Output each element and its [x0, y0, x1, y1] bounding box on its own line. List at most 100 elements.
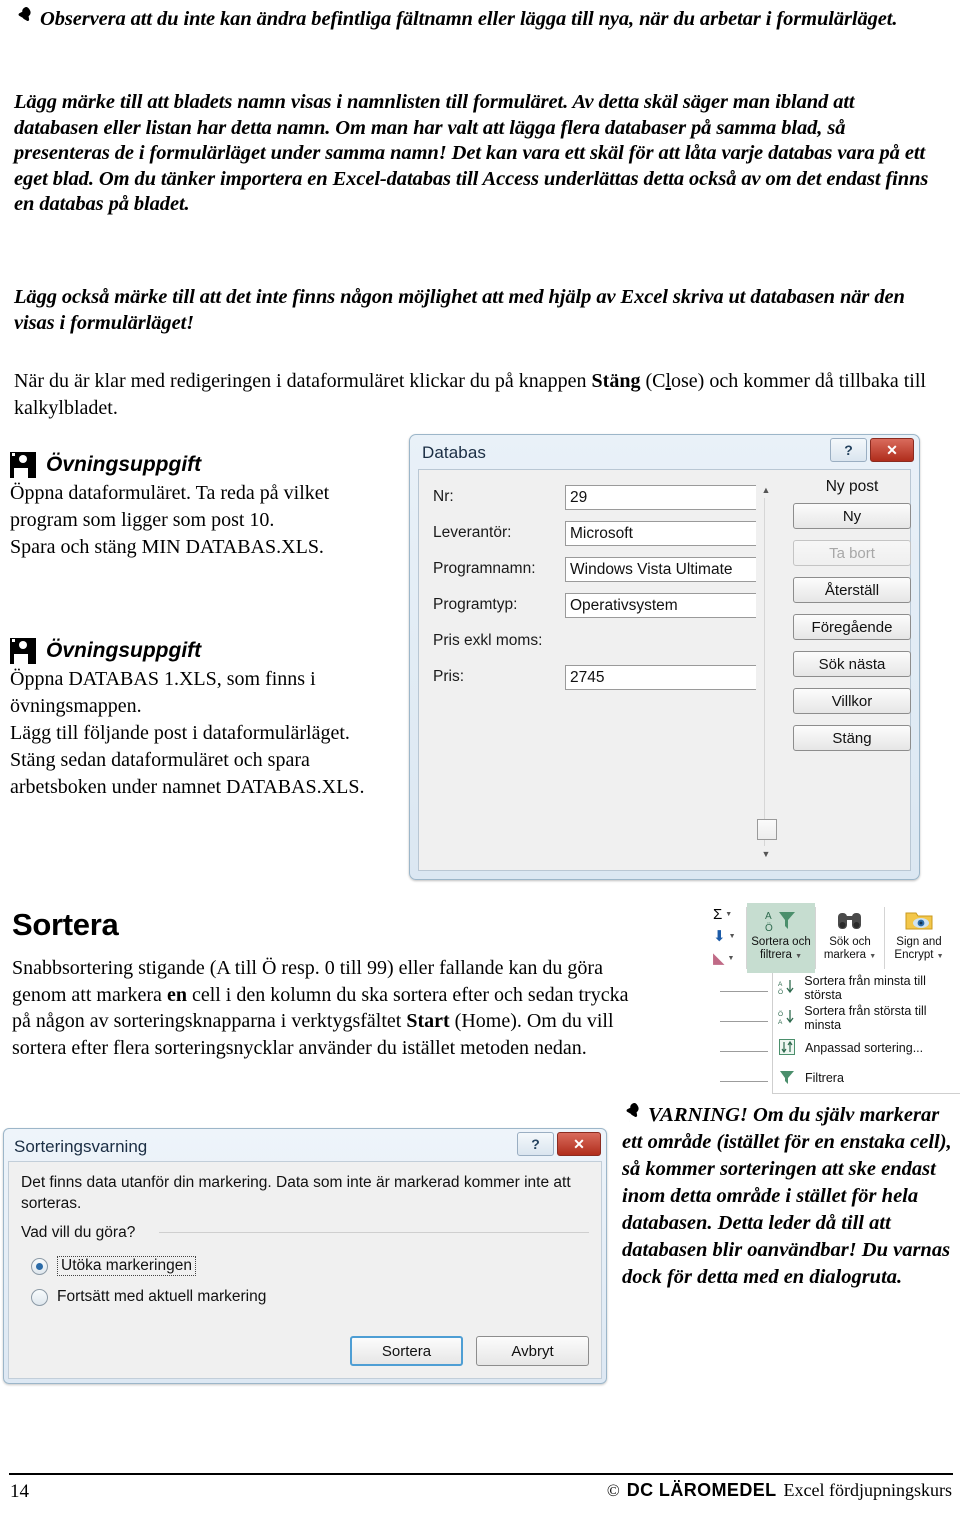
fill-down-icon: ⬇ [713, 927, 726, 945]
sortera-paragraph: Snabbsortering stigande (A till Ö resp. … [12, 955, 632, 1061]
field-input-programnamn[interactable]: Windows Vista Ultimate [565, 556, 757, 582]
foregaende-button[interactable]: Föregående [793, 614, 911, 640]
ta-bort-button[interactable]: Ta bort [793, 540, 911, 566]
page-number: 14 [10, 1481, 29, 1502]
stang-button[interactable]: Stäng [793, 725, 911, 751]
menu-item-sort-descending[interactable]: Ö A Sortera från största till minsta [773, 1003, 960, 1033]
varning-titlebar[interactable]: Sorteringsvarning ? ✕ [7, 1132, 603, 1161]
copyright-icon: © [606, 1481, 620, 1500]
sign-encrypt-label-2: Encrypt ▼ [894, 948, 944, 961]
ribbon-small-buttons: Σ ▼ ⬇ ▼ ◣ ▼ [712, 903, 746, 973]
record-scrollbar[interactable]: ▲ ▼ [756, 482, 777, 862]
field-row-pris[interactable]: Pris: 2745 [433, 664, 757, 690]
pushpin-icon [622, 1102, 642, 1126]
course-name: Excel fördjupningskurs [783, 1480, 952, 1500]
chevron-down-icon[interactable]: ▼ [869, 953, 876, 960]
scrollbar-thumb[interactable] [757, 819, 777, 840]
chevron-down-icon[interactable]: ▼ [795, 953, 802, 960]
field-label-programtyp: Programtyp: [433, 596, 518, 613]
chevron-down-icon[interactable]: ▼ [937, 953, 944, 960]
sign-encrypt-label-1: Sign and [896, 936, 942, 948]
chevron-down-icon[interactable]: ▼ [725, 911, 732, 918]
field-row-pris-exkl-moms: Pris exkl moms: [433, 628, 757, 654]
radio-option-fortsatt[interactable]: Fortsätt med aktuell markering [31, 1288, 266, 1306]
fill-down-button[interactable]: ⬇ ▼ [712, 925, 746, 947]
sort-filter-dropdown-menu[interactable]: A Ö Sortera från minsta till största Ö A… [772, 973, 960, 1094]
floppy-disk-icon [10, 638, 36, 664]
help-icon[interactable]: ? [830, 438, 867, 462]
radio-button-selected[interactable] [31, 1257, 48, 1275]
exercise-2-body: Öppna DATABAS 1.XLS, som finns i övnings… [10, 668, 365, 798]
exercise-1-header: Övningsuppgift [10, 452, 400, 478]
field-input-pris-exkl-moms [565, 629, 757, 654]
note-block-2: Lägg märke till att bladets namn visas i… [14, 91, 929, 215]
menu-label-custom-sort: Anpassad sortering... [805, 1041, 924, 1055]
menu-label-sort-descending: Sortera från största till minsta [804, 1004, 927, 1032]
svg-text:A: A [778, 981, 783, 988]
sok-och-markera-button[interactable]: Sök och markera ▼ [816, 903, 884, 973]
aterstall-button[interactable]: Återställ [793, 577, 911, 603]
avbryt-button[interactable]: Avbryt [476, 1336, 589, 1366]
sign-and-encrypt-button[interactable]: Sign and Encrypt ▼ [885, 903, 953, 973]
clear-button[interactable]: ◣ ▼ [712, 947, 746, 969]
document-page: Observera att du inte kan ändra befintli… [0, 0, 960, 1515]
menu-item-custom-sort[interactable]: Anpassad sortering... [773, 1033, 960, 1063]
floppy-disk-icon [10, 452, 36, 478]
sorteringsvarning-dialog[interactable]: Sorteringsvarning ? ✕ Det finns data uta… [3, 1128, 607, 1384]
group-separator [159, 1232, 589, 1233]
close-icon[interactable]: ✕ [557, 1132, 601, 1156]
help-icon[interactable]: ? [517, 1132, 554, 1156]
field-label-nr: Nr: [433, 488, 454, 505]
field-row-programnamn[interactable]: Programnamn: Windows Vista Ultimate [433, 556, 757, 582]
databas-dialog[interactable]: Databas ? ✕ Nr: 29 Leverantör: Microsoft… [409, 434, 920, 880]
exercise-1-body: Öppna dataformuläret. Ta reda på vilket … [10, 482, 330, 558]
scrollbar-track[interactable] [764, 498, 765, 846]
para-part-b: (C [640, 370, 666, 392]
sort-ascending-icon: A Ö [777, 979, 796, 998]
scroll-down-icon[interactable]: ▼ [756, 846, 776, 862]
databas-titlebar[interactable]: Databas ? ✕ [413, 438, 916, 468]
varning-client-area: Det finns data utanför din markering. Da… [8, 1161, 602, 1379]
ny-button[interactable]: Ny [793, 503, 911, 529]
close-icon[interactable]: ✕ [870, 438, 914, 462]
field-input-leverantor[interactable]: Microsoft [565, 520, 757, 546]
find-select-icon [816, 903, 884, 936]
sortera-button[interactable]: Sortera [350, 1336, 463, 1366]
sortera-filtrera-label-2: filtrera ▼ [759, 948, 803, 961]
varning-window-controls[interactable]: ? ✕ [517, 1132, 601, 1156]
sortera-och-filtrera-button[interactable]: A Ö Sortera och filtrera ▼ [747, 903, 815, 973]
note-block-1: Observera att du inte kan ändra befintli… [14, 6, 944, 33]
field-row-nr[interactable]: Nr: 29 [433, 484, 757, 510]
field-input-nr[interactable]: 29 [565, 484, 757, 510]
scroll-up-icon[interactable]: ▲ [756, 482, 776, 498]
sok-nasta-button[interactable]: Sök nästa [793, 651, 911, 677]
villkor-button[interactable]: Villkor [793, 688, 911, 714]
field-input-programtyp[interactable]: Operativsystem [565, 592, 757, 618]
custom-sort-icon [777, 1038, 797, 1058]
sort-descending-icon: Ö A [777, 1009, 796, 1028]
menu-item-filter[interactable]: Filtrera [773, 1063, 960, 1093]
radio-option-utoka[interactable]: Utöka markeringen [31, 1256, 196, 1276]
exercise-block-2: Övningsuppgift Öppna DATABAS 1.XLS, som … [10, 638, 400, 801]
exercise-2-title: Övningsuppgift [46, 639, 202, 662]
chevron-down-icon[interactable]: ▼ [729, 933, 736, 940]
chevron-down-icon[interactable]: ▼ [728, 955, 735, 962]
footer-credit: © DC LÄROMEDEL Excel fördjupningskurs [607, 1480, 952, 1501]
databas-window-controls[interactable]: ? ✕ [830, 438, 914, 462]
svg-text:Ö: Ö [778, 988, 783, 995]
svg-text:A: A [778, 1019, 783, 1025]
field-row-programtyp[interactable]: Programtyp: Operativsystem [433, 592, 757, 618]
page-title-sortera: Sortera [12, 907, 119, 942]
radio-button-unselected[interactable] [31, 1288, 48, 1306]
sum-sigma-button[interactable]: Σ ▼ [712, 903, 746, 925]
para-part-a: När du är klar med redigeringen i datafo… [14, 370, 592, 392]
pushpin-icon [14, 6, 34, 30]
sort-filter-icon: A Ö [747, 903, 815, 936]
menu-item-sort-ascending[interactable]: A Ö Sortera från minsta till största [773, 973, 960, 1003]
field-input-pris[interactable]: 2745 [565, 664, 757, 690]
field-label-programnamn: Programnamn: [433, 560, 536, 577]
sok-markera-label-1: Sök och [829, 936, 871, 948]
sortera-bold-en: en [166, 983, 187, 1006]
field-row-leverantor[interactable]: Leverantör: Microsoft [433, 520, 757, 546]
field-label-leverantor: Leverantör: [433, 524, 512, 541]
